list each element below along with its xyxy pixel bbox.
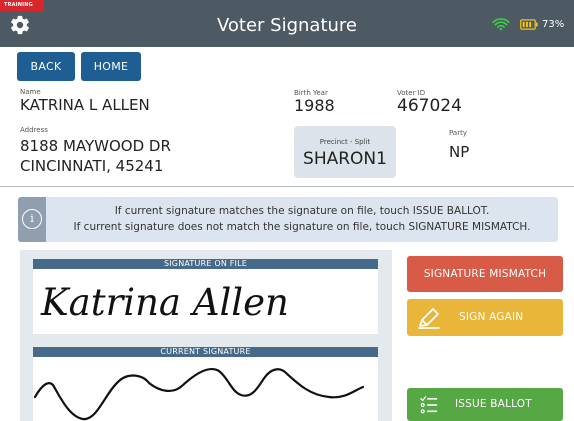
- sign-again-button[interactable]: SIGN AGAIN: [407, 299, 563, 336]
- current-signature-stroke: [33, 368, 365, 421]
- instruction-line-2: If current signature does not match the …: [73, 221, 531, 233]
- section-divider: [0, 186, 574, 187]
- name-label: Name: [20, 88, 41, 96]
- info-icon: i: [22, 209, 42, 229]
- signature-on-file-header: SIGNATURE ON FILE: [33, 259, 378, 269]
- issue-ballot-button[interactable]: ISSUE BALLOT: [407, 388, 563, 421]
- precinct-box: Precinct - Split SHARON1: [294, 126, 396, 178]
- current-signature-header: CURRENT SIGNATURE: [33, 347, 378, 357]
- party-label: Party: [449, 129, 467, 137]
- info-sidebar: i: [18, 197, 46, 242]
- gear-icon[interactable]: [9, 14, 31, 36]
- top-bar: Voter Signature TRAINING 73%: [0, 0, 574, 47]
- address-line1: 8188 MAYWOOD DR: [20, 137, 171, 155]
- issue-ballot-label: ISSUE BALLOT: [455, 398, 532, 410]
- sign-again-label: SIGN AGAIN: [459, 311, 524, 323]
- voter-name: KATRINA L ALLEN: [20, 96, 150, 114]
- signature-on-file-text: Katrina Allen: [40, 281, 289, 324]
- home-button[interactable]: HOME: [81, 52, 141, 81]
- battery-icon: [520, 19, 538, 30]
- current-signature-pad[interactable]: [33, 357, 378, 421]
- wifi-icon: [492, 18, 510, 31]
- address-line2: CINCINNATI, 45241: [20, 157, 164, 175]
- pen-icon: [418, 308, 440, 329]
- training-badge: TRAINING: [0, 0, 44, 11]
- signature-mismatch-button[interactable]: SIGNATURE MISMATCH: [407, 256, 563, 292]
- signature-on-file-image: Katrina Allen: [40, 281, 289, 324]
- birth-year: 1988: [294, 96, 335, 115]
- list-icon: [420, 396, 438, 414]
- instructions-text: If current signature matches the signatu…: [48, 203, 556, 235]
- instructions-box: i If current signature matches the signa…: [18, 197, 558, 242]
- party-value: NP: [449, 143, 470, 161]
- precinct-label: Precinct - Split: [319, 138, 371, 146]
- page-title: Voter Signature: [216, 15, 358, 36]
- instruction-line-1: If current signature matches the signatu…: [114, 205, 490, 217]
- back-button[interactable]: BACK: [17, 52, 75, 81]
- precinct-value: SHARON1: [303, 149, 387, 169]
- address-label: Address: [20, 126, 48, 134]
- voter-id: 467024: [397, 96, 462, 116]
- signature-on-file-panel: Katrina Allen: [33, 269, 378, 334]
- battery-percent: 73%: [542, 19, 565, 30]
